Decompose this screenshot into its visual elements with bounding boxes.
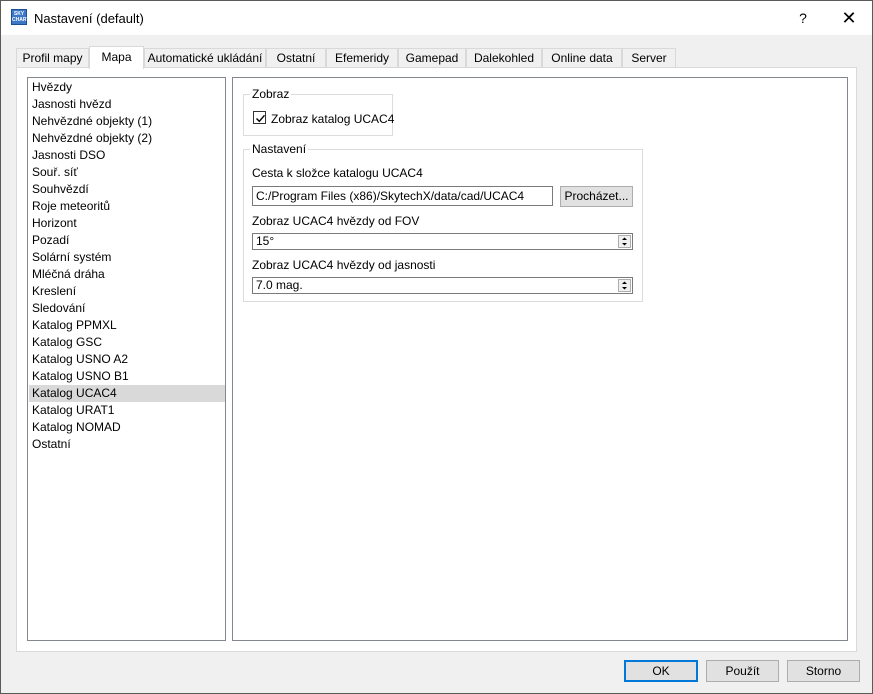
category-item-nehvezdne-objekty-2[interactable]: Nehvězdné objekty (2) bbox=[29, 130, 225, 147]
ok-button[interactable]: OK bbox=[624, 660, 698, 682]
fov-spinbox[interactable]: 15° bbox=[252, 233, 633, 250]
category-item-katalog-usno-a2[interactable]: Katalog USNO A2 bbox=[29, 351, 225, 368]
spin-down-icon[interactable] bbox=[619, 286, 630, 291]
browse-button[interactable]: Procházet... bbox=[560, 186, 633, 207]
tab-online-data[interactable]: Online data bbox=[542, 48, 622, 68]
app-icon: SKY CHART bbox=[11, 9, 30, 25]
fov-value: 15° bbox=[256, 234, 275, 248]
category-item-horizont[interactable]: Horizont bbox=[29, 215, 225, 232]
tab-profil-mapy[interactable]: Profil mapy bbox=[16, 48, 89, 68]
checkmark-icon bbox=[256, 114, 266, 123]
cancel-button[interactable]: Storno bbox=[787, 660, 860, 682]
category-item-kresleni[interactable]: Kreslení bbox=[29, 283, 225, 300]
tab-automaticke-ukladani[interactable]: Automatické ukládání bbox=[144, 48, 266, 68]
help-icon: ? bbox=[799, 10, 807, 26]
spin-up-icon[interactable] bbox=[619, 236, 630, 241]
category-item-jasnosti-dso[interactable]: Jasnosti DSO bbox=[29, 147, 225, 164]
catalog-path-input[interactable]: C:/Program Files (x86)/SkytechX/data/cad… bbox=[252, 186, 553, 206]
magnitude-spinbox[interactable]: 7.0 mag. bbox=[252, 277, 633, 294]
category-item-katalog-usno-b1[interactable]: Katalog USNO B1 bbox=[29, 368, 225, 385]
apply-button[interactable]: Použít bbox=[706, 660, 779, 682]
fov-label: Zobraz UCAC4 hvězdy od FOV bbox=[252, 214, 420, 228]
category-item-sledovani[interactable]: Sledování bbox=[29, 300, 225, 317]
magnitude-value: 7.0 mag. bbox=[256, 278, 303, 292]
category-item-souhvezdi[interactable]: Souhvězdí bbox=[29, 181, 225, 198]
fov-spin-buttons[interactable] bbox=[618, 235, 631, 248]
show-catalog-label[interactable]: Zobraz katalog UCAC4 bbox=[271, 112, 394, 126]
close-button[interactable]: ✕ bbox=[826, 1, 872, 35]
category-list[interactable]: Hvězdy Jasnosti hvězd Nehvězdné objekty … bbox=[27, 77, 226, 641]
category-item-ostatni[interactable]: Ostatní bbox=[29, 436, 225, 453]
title-bar[interactable]: SKY CHART Nastavení (default) ? ✕ bbox=[1, 1, 872, 35]
category-item-katalog-nomad[interactable]: Katalog NOMAD bbox=[29, 419, 225, 436]
settings-groupbox: Nastavení Cesta k složce katalogu UCAC4 … bbox=[243, 142, 643, 302]
catalog-path-label: Cesta k složce katalogu UCAC4 bbox=[252, 166, 423, 180]
category-item-mlecna-draha[interactable]: Mléčná dráha bbox=[29, 266, 225, 283]
settings-group-title: Nastavení bbox=[250, 142, 309, 156]
category-item-roje-meteoritu[interactable]: Roje meteoritů bbox=[29, 198, 225, 215]
close-icon: ✕ bbox=[841, 8, 857, 28]
help-button[interactable]: ? bbox=[780, 1, 826, 35]
tab-efemeridy[interactable]: Efemeridy bbox=[326, 48, 398, 68]
settings-window: SKY CHART Nastavení (default) ? ✕ Profil… bbox=[0, 0, 873, 694]
display-group-title: Zobraz bbox=[250, 87, 292, 101]
tab-gamepad[interactable]: Gamepad bbox=[398, 48, 466, 68]
category-item-solarni-system[interactable]: Solární systém bbox=[29, 249, 225, 266]
category-item-katalog-ucac4[interactable]: Katalog UCAC4 bbox=[29, 385, 225, 402]
tab-server[interactable]: Server bbox=[622, 48, 676, 68]
category-item-sour-sit[interactable]: Souř. síť bbox=[29, 164, 225, 181]
category-item-jasnosti-hvezd[interactable]: Jasnosti hvězd bbox=[29, 96, 225, 113]
magnitude-label: Zobraz UCAC4 hvězdy od jasnosti bbox=[252, 258, 436, 272]
spin-up-icon[interactable] bbox=[619, 280, 630, 285]
show-catalog-checkbox[interactable] bbox=[253, 111, 266, 124]
display-groupbox: Zobraz Zobraz katalog UCAC4 bbox=[243, 87, 394, 136]
category-item-katalog-urat1[interactable]: Katalog URAT1 bbox=[29, 402, 225, 419]
category-item-hvezdy[interactable]: Hvězdy bbox=[29, 79, 225, 96]
settings-content-panel: Zobraz Zobraz katalog UCAC4 Nastavení Ce… bbox=[232, 77, 848, 641]
category-item-katalog-ppmxl[interactable]: Katalog PPMXL bbox=[29, 317, 225, 334]
category-item-nehvezdne-objekty-1[interactable]: Nehvězdné objekty (1) bbox=[29, 113, 225, 130]
tab-ostatni[interactable]: Ostatní bbox=[266, 48, 326, 68]
spin-down-icon[interactable] bbox=[619, 242, 630, 247]
category-item-katalog-gsc[interactable]: Katalog GSC bbox=[29, 334, 225, 351]
magnitude-spin-buttons[interactable] bbox=[618, 279, 631, 292]
window-title: Nastavení (default) bbox=[34, 11, 144, 26]
tab-dalekohled[interactable]: Dalekohled bbox=[466, 48, 542, 68]
category-item-pozadi[interactable]: Pozadí bbox=[29, 232, 225, 249]
tab-mapa[interactable]: Mapa bbox=[89, 46, 144, 69]
